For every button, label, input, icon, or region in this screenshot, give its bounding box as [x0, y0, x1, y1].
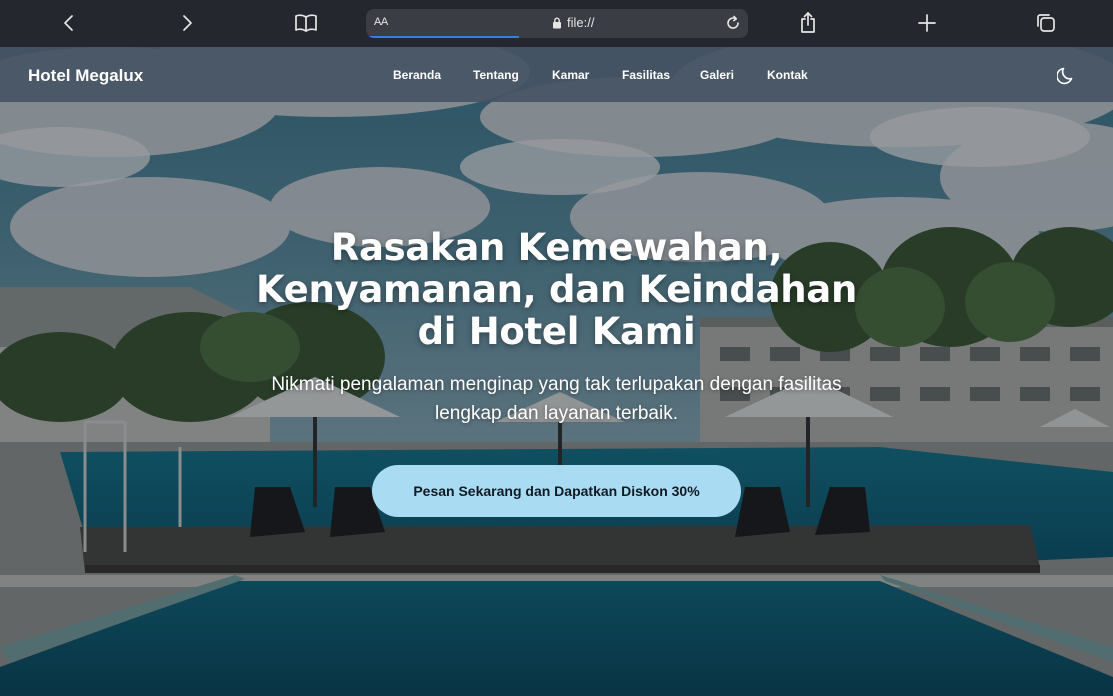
- nav-links: Beranda Tentang Kamar Fasilitas Galeri K…: [0, 68, 1113, 84]
- nav-link-fasilitas[interactable]: Fasilitas: [622, 68, 670, 82]
- moon-icon[interactable]: [1056, 65, 1077, 85]
- back-button[interactable]: [54, 8, 84, 38]
- reader-text-size-button[interactable]: AA: [374, 16, 388, 28]
- page-load-progress-bar: [366, 36, 519, 38]
- forward-button[interactable]: [172, 8, 202, 38]
- nav-link-kontak[interactable]: Kontak: [767, 68, 808, 82]
- hero-subtitle: Nikmati pengalaman menginap yang tak ter…: [271, 374, 842, 424]
- new-tab-button[interactable]: [912, 8, 942, 38]
- book-icon: [295, 14, 317, 32]
- tabs-icon: [1037, 14, 1055, 32]
- lock-icon: [552, 17, 562, 29]
- hero-content: Rasakan Kemewahan, Kenyamanan, dan Keind…: [0, 227, 1113, 517]
- share-button[interactable]: [793, 8, 823, 38]
- plus-icon: [918, 14, 936, 32]
- url-text: file://: [567, 15, 595, 30]
- tabs-overview-button[interactable]: [1031, 8, 1061, 38]
- reload-icon[interactable]: [724, 14, 742, 37]
- navbar: Hotel Megalux Beranda Tentang Kamar Fasi…: [0, 47, 1113, 102]
- nav-link-galeri[interactable]: Galeri: [700, 68, 734, 82]
- chevron-right-icon: [183, 15, 192, 31]
- nav-link-tentang[interactable]: Tentang: [473, 68, 519, 82]
- browser-toolbar: AA file://: [0, 0, 1113, 47]
- book-now-button[interactable]: Pesan Sekarang dan Dapatkan Diskon 30%: [372, 465, 741, 517]
- web-page: Hotel Megalux Beranda Tentang Kamar Fasi…: [0, 47, 1113, 696]
- share-icon: [801, 12, 815, 33]
- hero-title: Rasakan Kemewahan, Kenyamanan, dan Keind…: [255, 226, 858, 353]
- bookmarks-button[interactable]: [291, 8, 321, 38]
- chevron-left-icon: [64, 15, 73, 31]
- address-bar[interactable]: AA file://: [366, 9, 748, 38]
- nav-link-beranda[interactable]: Beranda: [393, 68, 441, 82]
- nav-link-kamar[interactable]: Kamar: [552, 68, 589, 82]
